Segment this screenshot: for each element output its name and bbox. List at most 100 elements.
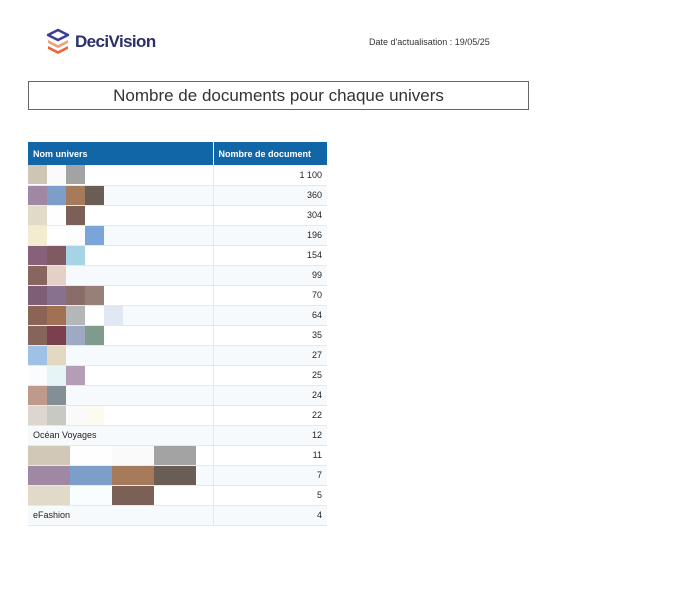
redaction-block	[28, 165, 47, 185]
document-count-cell: 25	[212, 365, 327, 386]
redaction-block	[47, 385, 66, 405]
redaction-block	[47, 185, 66, 205]
table-row: 70	[28, 285, 327, 306]
universe-name-cell	[28, 245, 213, 266]
table-row: 99	[28, 265, 327, 286]
redaction-block	[28, 445, 70, 465]
redacted-name-image	[28, 265, 213, 285]
table-row: 304	[28, 205, 327, 226]
redacted-name-image	[28, 345, 213, 365]
redaction-block	[28, 485, 70, 505]
document-count-cell: 24	[212, 385, 327, 406]
redaction-block	[28, 345, 47, 365]
redaction-block	[154, 485, 196, 505]
universe-name-cell	[28, 205, 213, 226]
redaction-block	[85, 225, 104, 245]
universe-name-cell	[28, 185, 213, 206]
redaction-block	[28, 185, 47, 205]
redaction-block	[66, 205, 85, 225]
redaction-block	[28, 305, 47, 325]
redacted-name-image	[28, 405, 213, 425]
redacted-name-image	[28, 165, 213, 185]
redaction-block	[112, 445, 154, 465]
redaction-block	[47, 345, 66, 365]
redaction-block	[66, 305, 85, 325]
redaction-block	[66, 245, 85, 265]
redaction-block	[85, 405, 104, 425]
redaction-block	[104, 305, 123, 325]
redacted-name-image	[28, 225, 213, 245]
redacted-name-image	[28, 465, 213, 485]
redaction-block	[66, 225, 85, 245]
redaction-block	[85, 285, 104, 305]
redacted-name-image	[28, 285, 213, 305]
layers-icon	[46, 28, 70, 54]
table-row: 64	[28, 305, 327, 326]
universe-name-cell	[28, 485, 213, 506]
universe-name-cell	[28, 345, 213, 366]
redaction-block	[85, 305, 104, 325]
redaction-block	[85, 325, 104, 345]
table-row: 22	[28, 405, 327, 426]
document-count-cell: 11	[212, 445, 327, 466]
redaction-block	[28, 285, 47, 305]
redacted-name-image	[28, 485, 213, 505]
redaction-block	[85, 185, 104, 205]
document-count-cell: 360	[212, 185, 327, 206]
redaction-block	[47, 405, 66, 425]
redaction-block	[66, 405, 85, 425]
redaction-block	[28, 385, 47, 405]
table-row: 154	[28, 245, 327, 266]
redaction-block	[47, 325, 66, 345]
universe-name-cell	[28, 165, 213, 186]
document-count-cell: 99	[212, 265, 327, 286]
documents-table: Nom univers Nombre de document 1 100 360 3…	[28, 142, 327, 526]
redaction-block	[28, 265, 47, 285]
redaction-block	[66, 165, 85, 185]
redaction-block	[112, 465, 154, 485]
document-count-cell: 7	[212, 465, 327, 486]
redaction-block	[28, 405, 47, 425]
redaction-block	[70, 465, 112, 485]
redacted-name-image	[28, 445, 213, 465]
universe-name-cell	[28, 225, 213, 246]
universe-name-cell: eFashion	[28, 505, 213, 526]
table-row: 5	[28, 485, 327, 506]
redaction-block	[28, 205, 47, 225]
update-date: Date d'actualisation : 19/05/25	[369, 37, 490, 47]
redacted-name-image	[28, 365, 213, 385]
redaction-block	[28, 465, 70, 485]
redacted-name-image	[28, 305, 213, 325]
universe-name-cell: Océan Voyages	[28, 425, 213, 446]
redaction-block	[28, 365, 47, 385]
redaction-block	[47, 365, 66, 385]
column-header-name[interactable]: Nom univers	[28, 142, 213, 165]
brand-name: DeciVision	[75, 32, 156, 51]
document-count-cell: 304	[212, 205, 327, 226]
redaction-block	[70, 485, 112, 505]
table-row: 196	[28, 225, 327, 246]
redaction-block	[66, 365, 85, 385]
document-count-cell: 5	[212, 485, 327, 506]
redaction-block	[47, 265, 66, 285]
document-count-cell: 12	[212, 425, 327, 446]
redaction-block	[112, 485, 154, 505]
table-row: Océan Voyages 12	[28, 425, 327, 446]
column-header-count[interactable]: Nombre de document	[212, 142, 327, 165]
universe-name-cell	[28, 465, 213, 486]
redacted-name-image	[28, 385, 213, 405]
table-header-row: Nom univers Nombre de document	[28, 142, 327, 165]
table-row: 7	[28, 465, 327, 486]
redaction-block	[66, 325, 85, 345]
redaction-block	[28, 325, 47, 345]
redaction-block	[47, 225, 66, 245]
redaction-block	[47, 285, 66, 305]
document-count-cell: 35	[212, 325, 327, 346]
document-count-cell: 1 100	[212, 165, 327, 186]
table-row: eFashion 4	[28, 505, 327, 526]
redacted-name-image	[28, 245, 213, 265]
universe-name-cell	[28, 285, 213, 306]
brand-logo: DeciVision	[46, 28, 156, 56]
document-count-cell: 70	[212, 285, 327, 306]
table-row: 24	[28, 385, 327, 406]
